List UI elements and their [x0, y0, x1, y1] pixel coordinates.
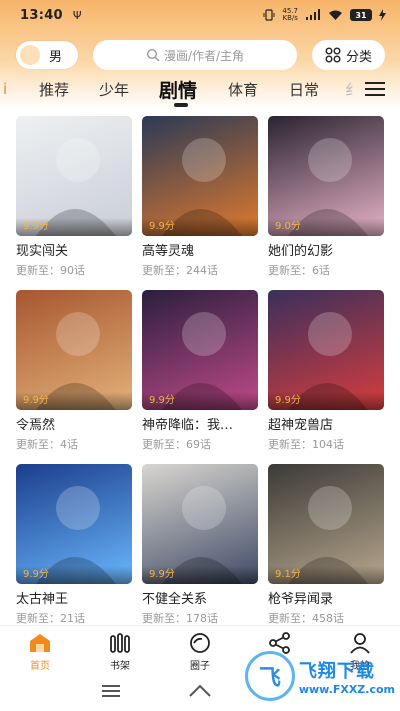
search-input[interactable]: 漫画/作者/主角 [93, 40, 297, 70]
charging-icon [379, 9, 386, 21]
tab-indicator [174, 103, 188, 107]
comic-update-status: 更新至：69话 [142, 438, 211, 451]
network-speed: 45.7 KB/s [282, 8, 298, 22]
watermark-text: 飞翔下载 www.FXXZ.com [299, 657, 395, 696]
comic-title[interactable]: 她们的幻影 [268, 240, 384, 259]
comic-title[interactable]: 太古神王 [16, 588, 132, 607]
comic-card[interactable]: 9.9分高等灵魂更新至：244话 [142, 116, 258, 278]
watermark-logo: 飞 [245, 651, 295, 701]
search-placeholder: 漫画/作者/主角 [163, 48, 245, 63]
comic-card[interactable]: 9.0分她们的幻影更新至：6话 [268, 116, 384, 278]
comic-title[interactable]: 令焉然 [16, 414, 132, 433]
comic-score: 9.0分 [268, 218, 384, 236]
category-label: 分类 [345, 49, 372, 65]
comic-score: 9.9分 [16, 218, 132, 236]
notification-icon: Ψ [72, 8, 82, 22]
search-icon [146, 48, 160, 62]
comic-update-status: 更新至：90话 [16, 264, 85, 277]
net-speed-unit: KB/s [282, 14, 298, 22]
menu-icon[interactable] [365, 81, 385, 97]
header: 男 漫画/作者/主角 分类 [0, 38, 400, 72]
nav-circle[interactable]: 圈子 [170, 632, 230, 672]
toggle-knob [20, 45, 40, 65]
nav-circle-label: 圈子 [190, 661, 210, 672]
tab-partial-left[interactable]: i [3, 74, 7, 104]
watermark-name: 飞翔下载 [298, 660, 375, 682]
comic-cover[interactable]: 9.9分 [142, 116, 258, 236]
comic-card[interactable]: 9.9分令焉然更新至：4话 [16, 290, 132, 452]
comic-cover[interactable]: 9.1分 [268, 464, 384, 584]
recent-apps-icon[interactable] [102, 683, 120, 697]
category-tabs: i 推荐 少年 剧情 体育 日常 纟 [0, 74, 400, 110]
gender-label: 男 [49, 49, 63, 65]
comic-card[interactable]: 9.9分神帝降临：我… 更新至：69话 [142, 290, 258, 452]
comic-update-status: 更新至：6话 [268, 264, 330, 277]
comic-cover[interactable]: 9.9分 [16, 116, 132, 236]
comic-title[interactable]: 不健全关系 [142, 588, 258, 607]
status-time: 13:40 [20, 7, 63, 23]
comic-card[interactable]: 9.9分超神宠兽店更新至：104话 [268, 290, 384, 452]
comic-title[interactable]: 枪爷异闻录 [268, 588, 384, 607]
comic-score: 9.9分 [16, 392, 132, 410]
tab-daily[interactable]: 日常 [289, 74, 319, 104]
home-system-icon[interactable] [188, 683, 212, 699]
comic-update-status: 更新至：244话 [142, 264, 218, 277]
comic-cover[interactable]: 9.9分 [142, 290, 258, 410]
tab-youth[interactable]: 少年 [99, 74, 129, 104]
nav-home[interactable]: 首页 [10, 632, 70, 672]
battery-level: 31 [350, 9, 372, 21]
comic-title[interactable]: 神帝降临：我… [142, 414, 258, 433]
comic-card[interactable]: 9.9分不健全关系更新至：178话 [142, 464, 258, 626]
tab-partial-right[interactable]: 纟 [345, 74, 360, 104]
vibrate-icon [263, 9, 275, 21]
comic-card[interactable]: 9.9分太古神王更新至：21话 [16, 464, 132, 626]
category-button[interactable]: 分类 [312, 40, 385, 70]
comic-cover[interactable]: 9.9分 [268, 290, 384, 410]
watermark: 飞 飞翔下载 www.FXXZ.com [245, 646, 395, 706]
home-icon [30, 634, 50, 652]
category-icon [325, 47, 341, 63]
tab-recommend[interactable]: 推荐 [39, 74, 69, 104]
status-bar: 13:40 Ψ 45.7 KB/s 31 [0, 0, 400, 30]
comic-title[interactable]: 超神宠兽店 [268, 414, 384, 433]
comic-update-status: 更新至：4话 [16, 438, 78, 451]
nav-home-label: 首页 [30, 661, 50, 672]
tab-drama[interactable]: 剧情 [159, 74, 197, 104]
comic-card[interactable]: 9.9分现实闯关更新至：90话 [16, 116, 132, 278]
wifi-icon [329, 10, 342, 20]
comic-update-status: 更新至：178话 [142, 612, 218, 625]
comic-update-status: 更新至：458话 [268, 612, 344, 625]
comic-score: 9.1分 [268, 566, 384, 584]
comic-card[interactable]: 9.1分枪爷异闻录更新至：458话 [268, 464, 384, 626]
comic-update-status: 更新至：104话 [268, 438, 344, 451]
nav-bookshelf[interactable]: 书架 [90, 632, 150, 672]
watermark-url: www.FXXZ.com [298, 682, 395, 696]
tab-sports[interactable]: 体育 [228, 74, 258, 104]
comic-update-status: 更新至：21话 [16, 612, 85, 625]
comic-title[interactable]: 高等灵魂 [142, 240, 258, 259]
comic-score: 9.9分 [268, 392, 384, 410]
circle-icon [190, 633, 210, 653]
status-icons: 45.7 KB/s 31 [263, 8, 386, 22]
bookshelf-icon [110, 633, 130, 653]
comic-score: 9.9分 [142, 566, 258, 584]
comic-score: 9.9分 [142, 218, 258, 236]
gender-toggle[interactable]: 男 [16, 41, 78, 69]
nav-bookshelf-label: 书架 [110, 661, 130, 672]
comic-title[interactable]: 现实闯关 [16, 240, 132, 259]
comic-cover[interactable]: 9.9分 [16, 290, 132, 410]
comic-cover[interactable]: 9.9分 [16, 464, 132, 584]
comic-score: 9.9分 [16, 566, 132, 584]
comic-score: 9.9分 [142, 392, 258, 410]
comic-cover[interactable]: 9.9分 [142, 464, 258, 584]
comic-cover[interactable]: 9.0分 [268, 116, 384, 236]
signal-icon [306, 9, 320, 20]
